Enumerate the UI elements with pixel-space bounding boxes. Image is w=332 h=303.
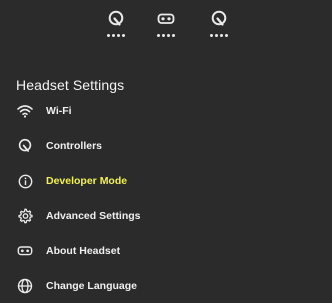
menu-item-change-language[interactable]: Change Language (0, 269, 332, 303)
battery-dots (157, 34, 175, 37)
globe-icon (16, 277, 34, 295)
menu-item-label: About Headset (46, 245, 121, 257)
menu-item-about-headset[interactable]: About Headset (0, 234, 332, 268)
left-controller-status[interactable] (99, 10, 133, 46)
menu-item-label: Wi-Fi (46, 105, 72, 117)
menu-item-controllers[interactable]: Controllers (0, 129, 332, 163)
menu-item-label: Controllers (46, 140, 103, 152)
headset-icon (157, 13, 175, 24)
gear-icon (16, 207, 34, 225)
menu-item-wifi[interactable]: Wi-Fi (0, 94, 332, 128)
menu-item-label: Change Language (46, 280, 138, 292)
controller-icon (211, 10, 227, 26)
right-controller-status[interactable] (202, 10, 236, 46)
headset-status[interactable] (149, 10, 183, 46)
controller-icon (16, 137, 34, 155)
section-title: Headset Settings (16, 77, 125, 93)
battery-dots (107, 34, 125, 37)
headset-icon (16, 242, 34, 260)
status-bar (0, 0, 332, 50)
menu-item-label: Developer Mode (46, 175, 128, 187)
wifi-icon (16, 102, 34, 120)
menu-item-developer-mode[interactable]: Developer Mode (0, 164, 332, 198)
menu-item-advanced-settings[interactable]: Advanced Settings (0, 199, 332, 233)
controller-icon (108, 10, 124, 26)
menu-item-label: Advanced Settings (46, 210, 141, 222)
battery-dots (210, 34, 228, 37)
info-icon (16, 172, 34, 190)
